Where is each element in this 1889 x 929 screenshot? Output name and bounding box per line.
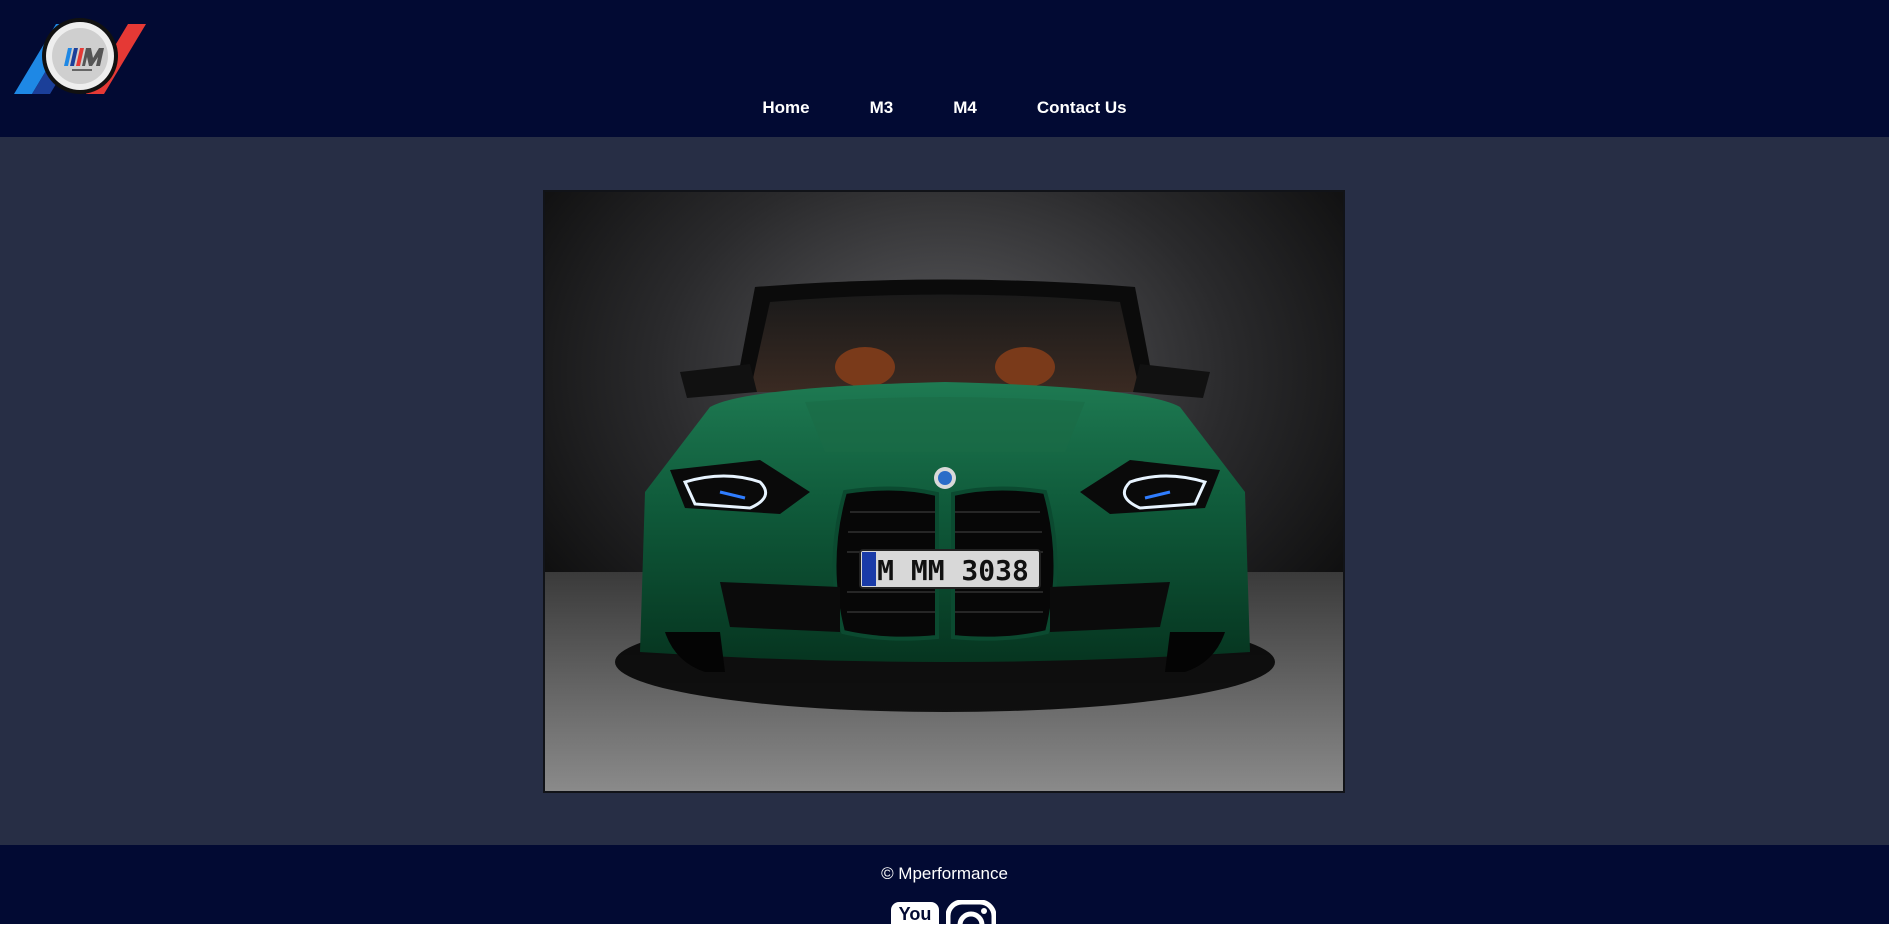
nav-home[interactable]: Home (732, 97, 839, 119)
license-plate: M MM 3038 (877, 554, 1029, 587)
page-bottom-edge (0, 924, 1889, 929)
copyright-text: © Mperformance (881, 864, 1008, 883)
nav-m4[interactable]: M4 (923, 97, 1007, 119)
main-nav: Home M3 M4 Contact Us (0, 97, 1889, 119)
hero-car-image: M MM 3038 (543, 190, 1345, 793)
youtube-icon-label: You (899, 904, 932, 924)
nav-contact-us[interactable]: Contact Us (1007, 97, 1157, 119)
nav-m3[interactable]: M3 (840, 97, 924, 119)
main-content: M MM 3038 (0, 137, 1889, 845)
page: Home M3 M4 Contact Us M MM 3038 © Mperfo… (0, 0, 1889, 929)
site-footer: © Mperformance You (0, 845, 1889, 929)
m-performance-logo[interactable] (14, 18, 146, 94)
site-header: Home M3 M4 Contact Us (0, 0, 1889, 137)
